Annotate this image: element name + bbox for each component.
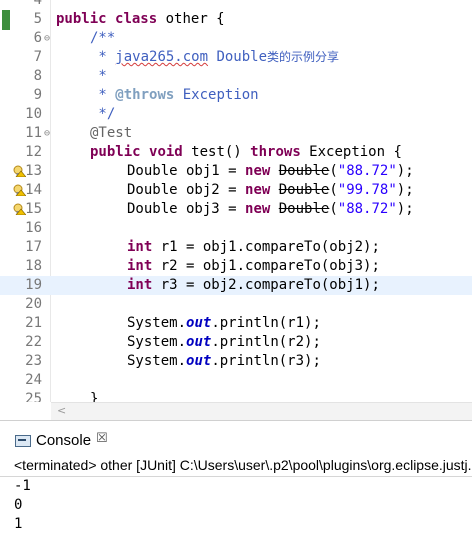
line-number: 22 [25,334,42,350]
code-text: System.out.println(r1); [127,315,321,331]
console-status-line: <terminated> other [JUnit] C:\Users\user… [0,456,472,477]
fold-collapse-icon[interactable]: ⊖ [44,29,50,48]
line-number: 24 [25,372,42,388]
code-text: Double obj1 = new Double("88.72"); [127,163,414,179]
code-text: @Test [90,125,133,141]
code-line-current: 19 int r3 = obj2.compareTo(obj1); [0,276,472,295]
console-output[interactable]: -1 0 1 [0,477,472,534]
code-line: 18 int r2 = obj1.compareTo(obj3); [0,257,472,276]
code-line: 11 ⊖ @Test [0,124,472,143]
line-number: 25 [25,391,42,402]
code-line: 23 System.out.println(r3); [0,352,472,371]
code-line: 17 int r1 = obj1.compareTo(obj2); [0,238,472,257]
console-output-line: -1 [14,478,31,494]
console-icon [15,435,31,447]
code-text: */ [90,106,116,122]
code-text: System.out.println(r2); [127,334,321,350]
line-number: 17 [25,239,42,255]
code-line: 6 ⊖ /** [0,29,472,48]
code-text: * @throws Exception [90,87,259,103]
line-number: 9 [33,87,42,103]
close-icon[interactable]: ☒ [96,431,108,446]
code-line: 15 Double obj3 = new Double("88.72"); [0,200,472,219]
line-number: 13 [25,163,42,179]
line-number: 12 [25,144,42,160]
code-text: int r1 = obj1.compareTo(obj2); [127,239,380,255]
line-number: 15 [25,201,42,217]
line-number: 18 [25,258,42,274]
code-line: 25 } [0,390,472,402]
line-number: 21 [25,315,42,331]
tab-console[interactable]: Console ☒ [4,425,112,455]
code-line: 12 public void test() throws Exception { [0,143,472,162]
code-line: 10 */ [0,105,472,124]
code-text: public void test() throws Exception { [90,144,402,160]
code-line: 16 [0,219,472,238]
line-number: 6 [33,30,42,46]
console-output-line: 1 [14,516,23,532]
code-text: /** [90,30,116,46]
line-number: 16 [25,220,42,236]
tab-console-label: Console [36,432,92,449]
code-text: int r3 = obj2.compareTo(obj1); [127,277,380,293]
code-text: public class other { [56,11,225,27]
code-editor[interactable]: 4 5 public class other { 6 ⊖ /** 7 * jav… [0,0,472,402]
code-text: int r2 = obj1.compareTo(obj3); [127,258,380,274]
horizontal-scrollbar[interactable]: < [51,402,472,420]
code-text: } [90,391,99,402]
code-line: 21 System.out.println(r1); [0,314,472,333]
line-number: 10 [25,106,42,122]
line-number: 23 [25,353,42,369]
code-text: Double obj3 = new Double("88.72"); [127,201,414,217]
code-line: 7 * java265.com Double类的示例分享 [0,48,472,67]
code-line: 20 [0,295,472,314]
line-number: 19 [25,277,42,293]
gutter-footer [0,402,51,419]
code-line: 9 * @throws Exception [0,86,472,105]
line-number: 11 [25,125,42,141]
code-text: Double obj2 = new Double("99.78"); [127,182,414,198]
line-number: 5 [33,11,42,27]
line-number: 14 [25,182,42,198]
console-tab-bar: Console ☒ [0,420,472,456]
code-line: 8 * [0,67,472,86]
code-line: 13 Double obj1 = new Double("88.72"); [0,162,472,181]
code-line: 4 [0,0,472,10]
fold-collapse-icon[interactable]: ⊖ [44,124,50,143]
code-line: 22 System.out.println(r2); [0,333,472,352]
code-line: 5 public class other { [0,10,472,29]
line-number: 8 [33,68,42,84]
console-output-line: 0 [14,497,23,513]
code-line: 14 Double obj2 = new Double("99.78"); [0,181,472,200]
console-status-text: <terminated> other [JUnit] C:\Users\user… [14,457,472,473]
code-text: * [90,68,107,84]
code-text: System.out.println(r3); [127,353,321,369]
scroll-left-arrow-icon[interactable]: < [57,404,66,417]
line-number: 4 [33,0,42,8]
line-number: 20 [25,296,42,312]
code-text: * java265.com Double类的示例分享 [90,49,340,65]
code-line: 24 [0,371,472,390]
line-number: 7 [33,49,42,65]
